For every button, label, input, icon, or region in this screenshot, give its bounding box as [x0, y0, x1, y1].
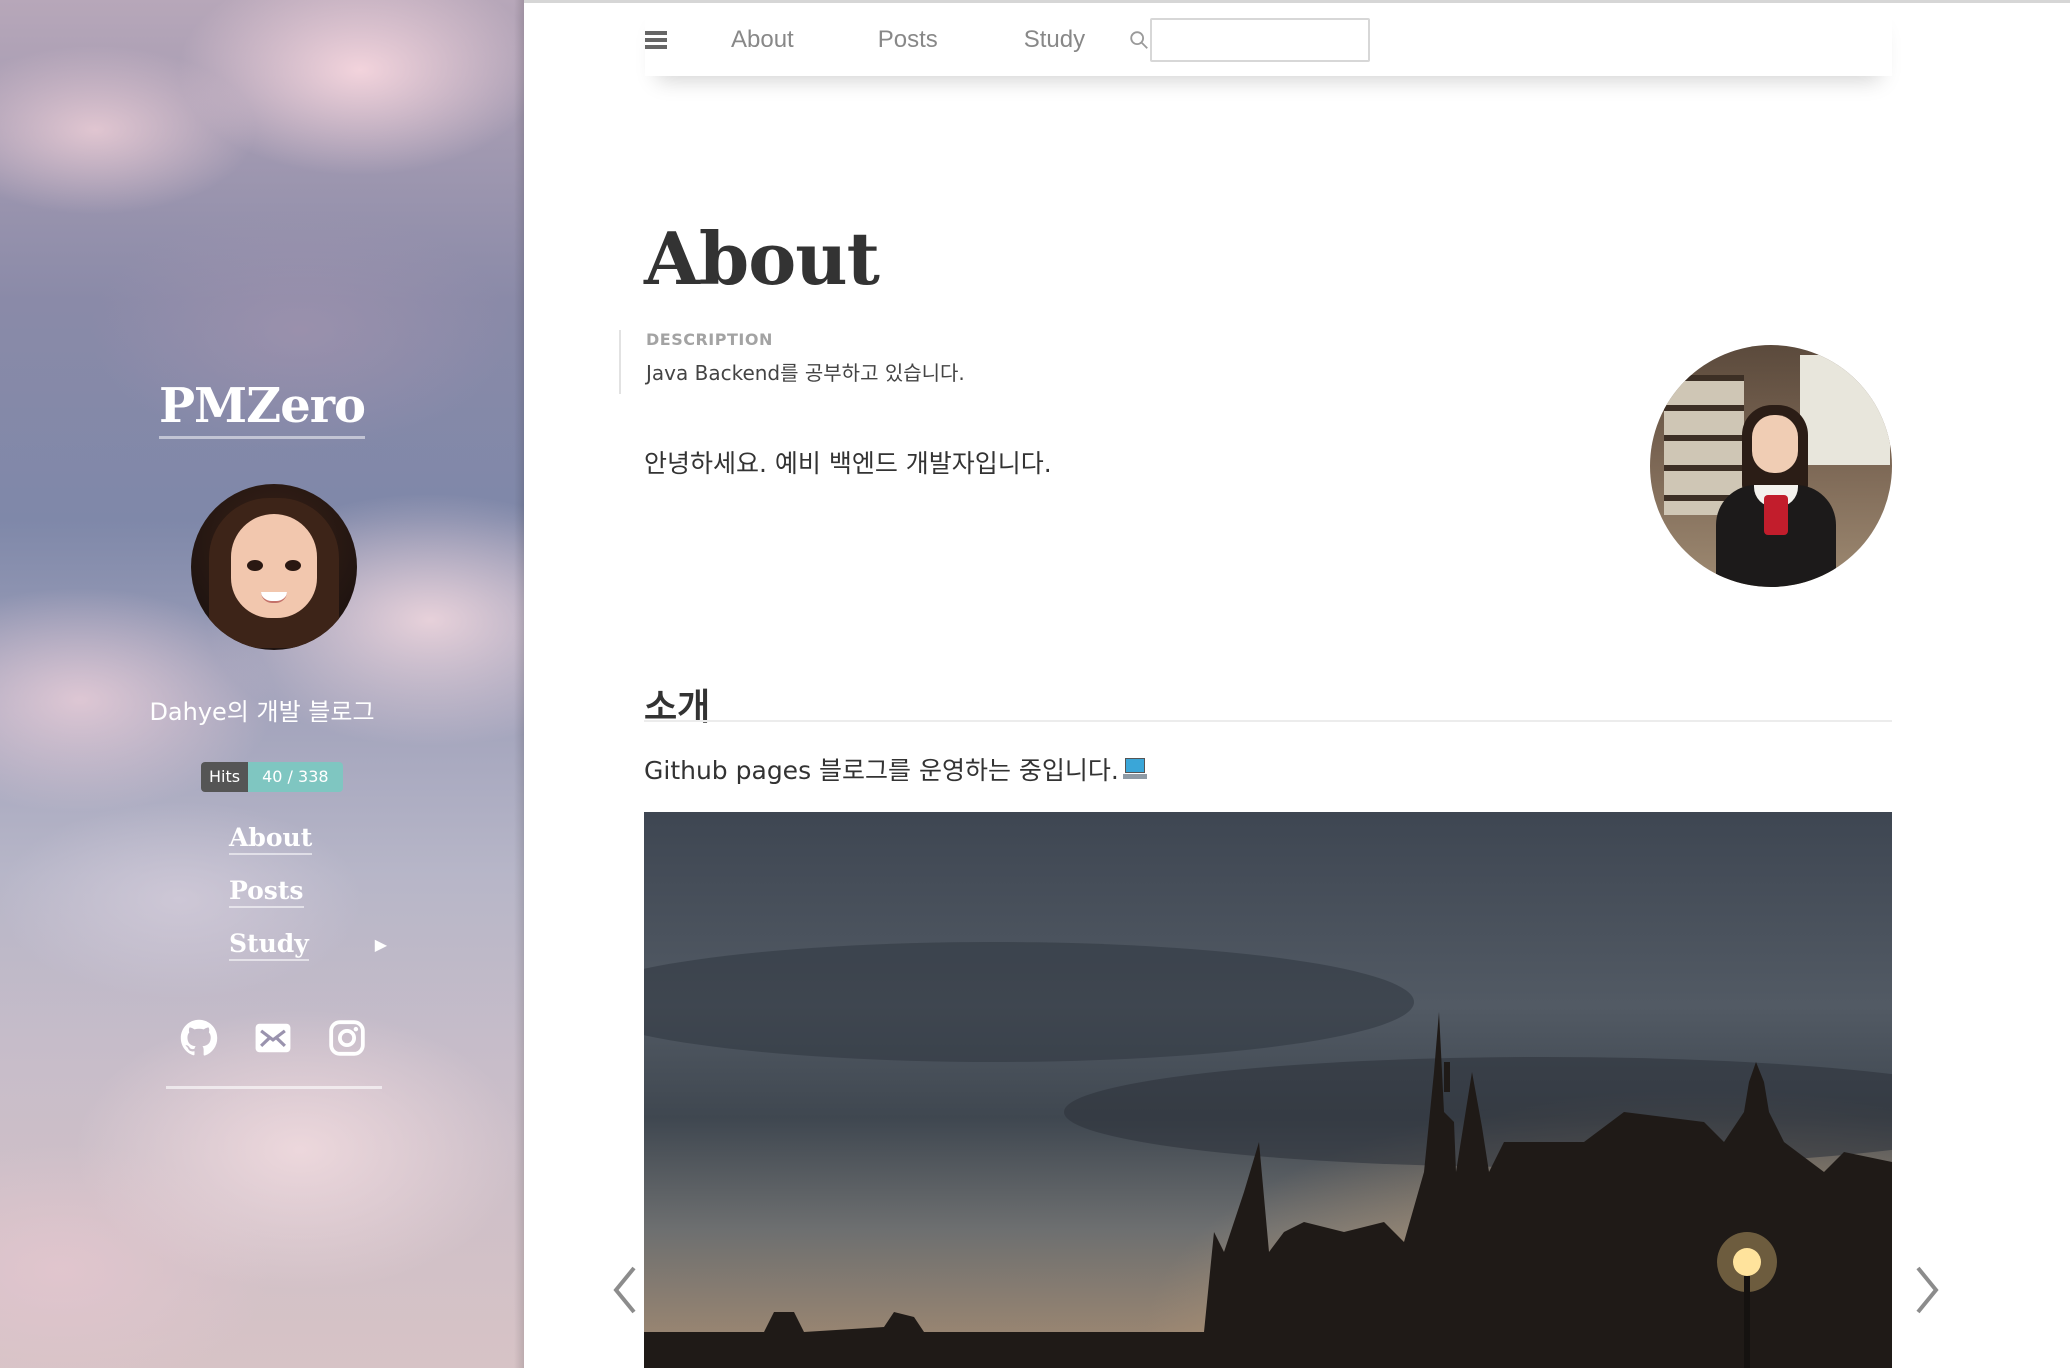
site-title[interactable]: PMZero [0, 378, 524, 439]
avatar-eye-left [247, 560, 263, 571]
github-icon[interactable] [180, 1019, 218, 1057]
image-carousel[interactable] [644, 812, 1892, 1368]
description-label: DESCRIPTION [646, 330, 773, 349]
greeting-text: 안녕하세요. 예비 백엔드 개발자입니다. [644, 449, 1052, 478]
laptop-icon [1122, 758, 1147, 780]
photo-person-face [1752, 415, 1798, 473]
sidebar-item-posts[interactable]: Posts [229, 865, 389, 918]
sidebar-item-about[interactable]: About [229, 812, 389, 865]
sidebar-item-label[interactable]: Study [229, 929, 309, 961]
nav-link-about[interactable]: About [731, 26, 794, 54]
profile-photo [1650, 345, 1892, 587]
social-links [180, 1019, 366, 1057]
chevron-right-icon[interactable]: ▶ [375, 935, 387, 954]
nav-link-study[interactable]: Study [1024, 26, 1085, 54]
email-icon[interactable] [254, 1019, 292, 1057]
search-input[interactable] [1150, 17, 1371, 62]
hits-badge: Hits 40 / 338 [201, 762, 343, 792]
top-navbar: About Posts Study [645, 3, 1892, 76]
site-title-text[interactable]: PMZero [158, 378, 366, 439]
intro-text: Github pages 블로그를 운영하는 중입니다. [644, 756, 1119, 785]
sidebar-nav: About Posts Study ▶ [229, 812, 389, 971]
sidebar-divider [166, 1086, 382, 1089]
section-divider [644, 720, 1892, 722]
section-heading: 소개 [644, 686, 711, 728]
hamburger-menu-icon[interactable] [645, 30, 667, 49]
intro-paragraph: Github pages 블로그를 운영하는 중입니다. [644, 751, 1147, 787]
carousel-image [644, 812, 1892, 1368]
description-text: Java Backend를 공부하고 있습니다. [646, 361, 965, 385]
photo-window [1800, 355, 1890, 465]
hits-value: 40 / 338 [248, 762, 343, 792]
sidebar-item-study[interactable]: Study ▶ [229, 918, 389, 971]
chevron-right-icon[interactable] [1906, 1262, 1946, 1318]
avatar [191, 484, 357, 650]
nav-link-posts[interactable]: Posts [878, 26, 938, 54]
avatar-eye-right [285, 560, 301, 571]
description-block: DESCRIPTION Java Backend를 공부하고 있습니다. [619, 330, 965, 394]
photo-bow [1764, 495, 1788, 535]
site-tagline: Dahye의 개발 블로그 [149, 698, 375, 726]
page-title: About [644, 216, 880, 301]
sidebar-shade [514, 0, 524, 1368]
sidebar-item-label[interactable]: About [229, 823, 313, 855]
instagram-icon[interactable] [328, 1019, 366, 1057]
search-icon[interactable] [1128, 29, 1150, 51]
sidebar: PMZero Dahye의 개발 블로그 Hits 40 / 338 About… [0, 0, 524, 1368]
chevron-left-icon[interactable] [606, 1262, 646, 1318]
sidebar-item-label[interactable]: Posts [229, 876, 304, 908]
hits-label: Hits [201, 762, 249, 792]
